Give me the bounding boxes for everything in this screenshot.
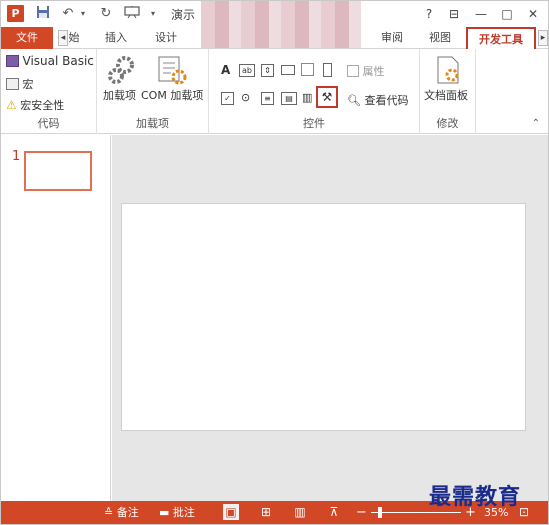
zoom-slider[interactable]: [371, 512, 461, 513]
customize-quick-access-icon[interactable]: ▾: [148, 5, 158, 23]
com-addins-button[interactable]: COM 加载项: [141, 55, 207, 105]
watermark-logo: 最需教育: [429, 484, 522, 510]
checkbox-control-icon[interactable]: ✓: [221, 92, 234, 105]
slide-number: 1: [12, 149, 21, 164]
listbox-control-icon[interactable]: ≡: [261, 92, 274, 105]
ribbon: Visual Basic 宏 ⚠ 宏安全性 代码 加载项 COM 加载项 加载项…: [1, 49, 548, 134]
tab-view[interactable]: 视图: [423, 27, 457, 49]
redo-icon[interactable]: ↻: [98, 5, 114, 23]
undo-icon[interactable]: ↶: [59, 5, 77, 23]
group-controls: A ab ⇕ ✓ ⊙ ≡ ▤ ▥ ⚒ 属性 🔍︎ 查看代码 控件: [209, 49, 420, 134]
option-button-control-icon[interactable]: ⊙: [241, 91, 250, 104]
slide-sorter-view-icon[interactable]: ⊞: [258, 504, 274, 520]
notes-icon: ≙: [104, 506, 114, 519]
slide-canvas[interactable]: [121, 203, 526, 431]
textbox-control-icon[interactable]: ab: [239, 64, 255, 77]
tab-file[interactable]: 文件: [1, 27, 53, 49]
gears-icon: [108, 56, 134, 84]
toggle-button-control-icon[interactable]: ▥: [302, 92, 312, 105]
addins-button[interactable]: 加载项: [101, 55, 141, 105]
restore-button[interactable]: □: [497, 5, 517, 23]
slide-thumbnail[interactable]: [24, 151, 92, 191]
macro-security-button[interactable]: ⚠ 宏安全性: [6, 97, 64, 113]
label-control-icon[interactable]: A: [221, 63, 230, 77]
normal-view-icon[interactable]: ▣: [223, 504, 239, 520]
tab-design[interactable]: 设计: [149, 27, 183, 49]
group-addins-label: 加载项: [136, 117, 169, 130]
scrollbar-control-icon[interactable]: [323, 63, 332, 77]
ribbon-display-options-button[interactable]: ⊟: [444, 5, 464, 23]
close-button[interactable]: ✕: [523, 5, 543, 23]
collapse-ribbon-icon[interactable]: ⌃: [532, 118, 540, 129]
slideshow-from-start-icon[interactable]: [123, 5, 141, 23]
slide-thumbnail-pane: 1: [1, 135, 111, 501]
more-controls-icon[interactable]: ⚒: [316, 86, 338, 108]
view-code-button[interactable]: 🔍︎ 查看代码: [347, 92, 408, 108]
macros-button[interactable]: 宏: [6, 76, 34, 92]
tabs-scroll-right-icon[interactable]: ▸: [538, 30, 548, 46]
save-icon[interactable]: [35, 5, 51, 23]
notes-button[interactable]: ≙ 备注: [104, 501, 139, 524]
image-control-icon[interactable]: [301, 63, 314, 76]
group-addins: 加载项 COM 加载项 加载项: [97, 49, 209, 134]
command-button-control-icon[interactable]: [281, 65, 295, 75]
group-controls-label: 控件: [303, 117, 325, 130]
slideshow-view-icon[interactable]: ⊼: [326, 504, 342, 520]
com-addins-icon: [158, 56, 187, 85]
macros-icon: [6, 78, 19, 90]
powerpoint-logo-icon: P: [7, 5, 24, 22]
spin-button-control-icon[interactable]: ⇕: [261, 64, 274, 77]
zoom-out-icon[interactable]: −: [356, 501, 367, 524]
undo-dropdown-icon[interactable]: ▾: [78, 5, 88, 23]
tab-insert[interactable]: 插入: [99, 27, 133, 49]
slide-editor: [112, 135, 548, 501]
warning-icon: ⚠: [6, 98, 17, 112]
tab-developer[interactable]: 开发工具: [466, 27, 536, 50]
view-code-icon: 🔍︎: [347, 94, 361, 107]
visual-basic-button[interactable]: Visual Basic: [6, 54, 94, 68]
group-modify: 文档面板 修改: [420, 49, 476, 134]
minimize-button[interactable]: —: [471, 5, 491, 23]
comments-button[interactable]: ▬ 批注: [159, 501, 195, 524]
visual-basic-icon: [6, 55, 19, 67]
ribbon-tabs: 文件 ◂ 始 插入 设计 审阅 视图 开发工具 ▸: [1, 27, 548, 50]
tab-home[interactable]: 始: [67, 27, 81, 49]
properties-icon: [347, 65, 359, 77]
zoom-slider-thumb[interactable]: [378, 507, 383, 518]
group-code: Visual Basic 宏 ⚠ 宏安全性 代码: [1, 49, 97, 134]
tab-review[interactable]: 审阅: [375, 27, 409, 49]
reading-view-icon[interactable]: ▥: [292, 504, 308, 520]
powerpoint-window: P ↶ ▾ ↻ ▾ 演示 ? ⊟ — □ ✕ 文件 ◂ 始 插入 设计 审阅 视…: [0, 0, 549, 525]
group-code-label: 代码: [37, 117, 60, 130]
help-button[interactable]: ?: [419, 5, 439, 23]
title-bar: P ↶ ▾ ↻ ▾ 演示 ? ⊟ — □ ✕: [1, 1, 548, 53]
combobox-control-icon[interactable]: ▤: [281, 92, 297, 105]
document-panel-button[interactable]: 文档面板: [424, 55, 474, 105]
window-title: 演示: [171, 8, 196, 22]
comment-icon: ▬: [159, 506, 170, 519]
document-panel-icon: [437, 56, 459, 84]
properties-button[interactable]: 属性: [347, 63, 385, 79]
group-modify-label: 修改: [436, 117, 459, 130]
